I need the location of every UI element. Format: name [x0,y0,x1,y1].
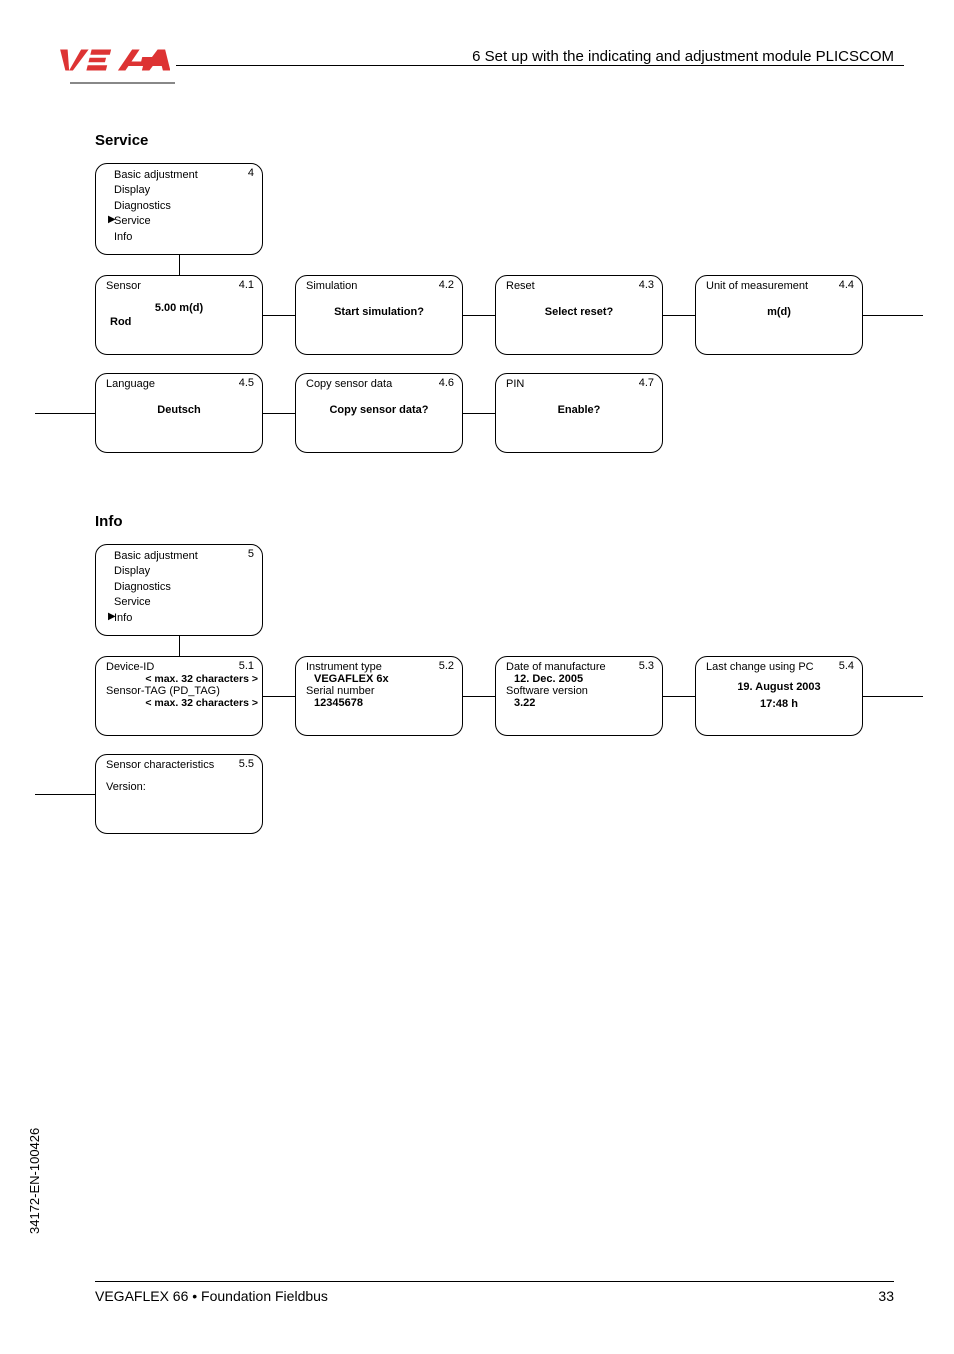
screen-5-5: 5.5 Sensor characteristics Version: [95,754,263,834]
menu-item: Info [114,230,252,245]
diagram-info: 5 Basic adjustment Display Diagnostics S… [95,544,919,864]
screen-5-1: 5.1 Device-ID < max. 32 characters > Sen… [95,656,263,736]
screen-value: Rod [110,316,252,328]
menu-item: Service [114,214,252,229]
screen-number: 4.1 [239,279,254,291]
screen-number: 5.2 [439,660,454,672]
screen-number: 4.4 [839,279,854,291]
value: 17:48 h [706,696,852,713]
screen-number: 4.7 [639,377,654,389]
menu-item: Service [114,595,252,610]
screen-title: Language [106,378,252,390]
screen-4-4: 4.4 Unit of measurement m(d) [695,275,863,355]
footer-doc-title: VEGAFLEX 66 • Foundation Fieldbus [95,1288,328,1304]
label: Software version [506,685,652,697]
screen-value: m(d) [706,306,852,318]
chapter-title: 6 Set up with the indicating and adjustm… [472,48,894,65]
screen-title: PIN [506,378,652,390]
screen-title: Unit of measurement [706,280,852,292]
screen-number: 4.2 [439,279,454,291]
screen-number: 5 [248,548,254,560]
heading-service: Service [95,132,919,149]
screen-title: Simulation [306,280,452,292]
label: Last change using PC [706,661,852,673]
doc-id-vertical: 34172-EN-100426 [27,1128,42,1234]
screen-value: Deutsch [106,404,252,416]
menu-item: Display [114,564,252,579]
menu-item: Info [114,611,252,626]
screen-4-2: 4.2 Simulation Start simulation? [295,275,463,355]
screen-number: 5.4 [839,660,854,672]
menu-item: Diagnostics [114,580,252,595]
screen-value: Start simulation? [306,306,452,318]
value: < max. 32 characters > [106,697,258,709]
label: Instrument type [306,661,452,673]
screen-4-5: 4.5 Language Deutsch [95,373,263,453]
screen-4-3: 4.3 Reset Select reset? [495,275,663,355]
heading-info: Info [95,513,919,530]
label: Serial number [306,685,452,697]
label: Version: [106,781,252,793]
screen-menu-4: 4 Basic adjustment Display Diagnostics ▶… [95,163,263,255]
page-footer: VEGAFLEX 66 • Foundation Fieldbus 33 [95,1281,894,1304]
screen-5-2: 5.2 Instrument type VEGAFLEX 6x Serial n… [295,656,463,736]
menu-item: Basic adjustment [114,549,252,564]
screen-value: Enable? [506,404,652,416]
pointer-icon: ▶ [108,214,116,225]
screen-menu-5: 5 Basic adjustment Display Diagnostics S… [95,544,263,636]
value: 19. August 2003 [706,679,852,696]
screen-number: 5.1 [239,660,254,672]
screen-4-6: 4.6 Copy sensor data Copy sensor data? [295,373,463,453]
value: VEGAFLEX 6x [314,673,452,685]
logo-underline [70,82,175,84]
screen-number: 4.3 [639,279,654,291]
label: Date of manufacture [506,661,652,673]
screen-number: 4.5 [239,377,254,389]
menu-item: Basic adjustment [114,168,252,183]
value: < max. 32 characters > [106,673,258,685]
screen-5-3: 5.3 Date of manufacture 12. Dec. 2005 So… [495,656,663,736]
value: 3.22 [514,697,652,709]
screen-number: 5.3 [639,660,654,672]
screen-4-7: 4.7 PIN Enable? [495,373,663,453]
screen-value: Select reset? [506,306,652,318]
pointer-icon: ▶ [108,611,116,622]
screen-value: 5.00 m(d) [106,302,252,314]
header-rule [176,65,904,66]
screen-5-4: 5.4 Last change using PC 19. August 2003… [695,656,863,736]
menu-item: Display [114,183,252,198]
screen-title: Reset [506,280,652,292]
vega-logo [50,48,170,72]
label: Sensor characteristics [106,759,252,771]
diagram-service: 4 Basic adjustment Display Diagnostics ▶… [95,163,919,483]
label: Device-ID [106,661,258,673]
screen-4-1: 4.1 Sensor 5.00 m(d) Rod [95,275,263,355]
footer-page-number: 33 [878,1288,894,1304]
screen-value: Copy sensor data? [306,404,452,416]
screen-title: Sensor [106,280,252,292]
value: 12345678 [314,697,452,709]
screen-number: 4 [248,167,254,179]
menu-item: Diagnostics [114,199,252,214]
screen-number: 4.6 [439,377,454,389]
screen-title: Copy sensor data [306,378,452,390]
value: 12. Dec. 2005 [514,673,652,685]
label: Sensor-TAG (PD_TAG) [106,685,258,697]
screen-number: 5.5 [239,758,254,770]
